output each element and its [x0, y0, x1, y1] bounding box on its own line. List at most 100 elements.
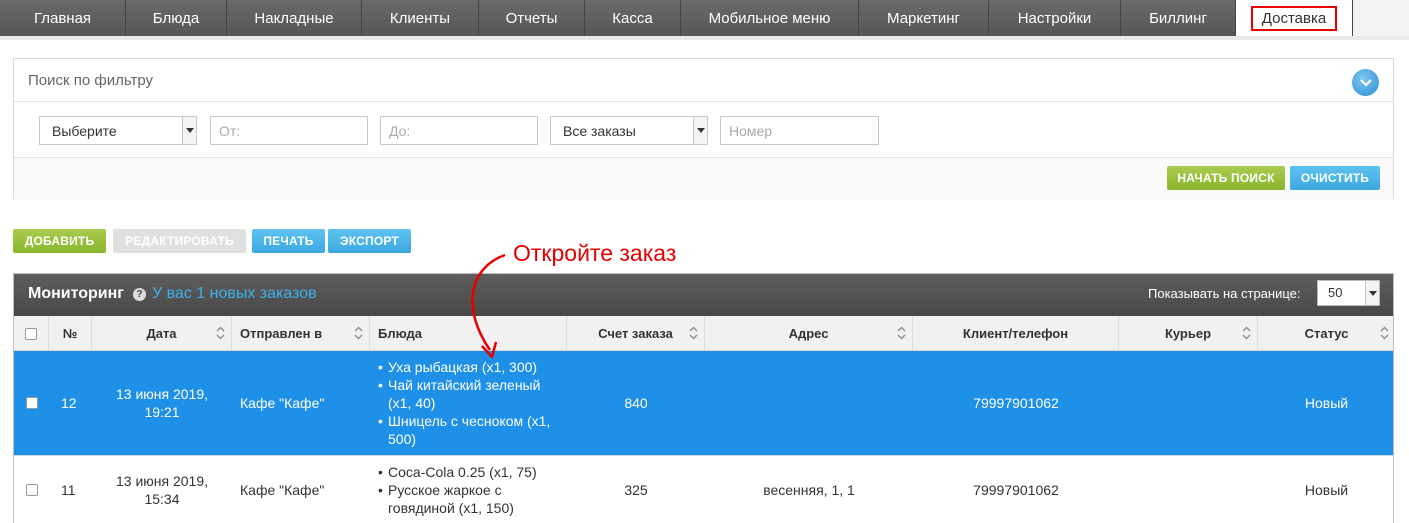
- dishes-list: Coca-Cola 0.25 (x1, 75) Русское жаркое с…: [378, 463, 560, 517]
- add-button[interactable]: ДОБАВИТЬ: [13, 229, 106, 253]
- date-to-input[interactable]: До:: [380, 116, 538, 145]
- column-header-sent-to[interactable]: Отправлен в: [232, 316, 370, 351]
- per-page-label: Показывать на странице:: [1148, 286, 1301, 301]
- column-label: Статус: [1304, 326, 1349, 341]
- nav-tab-mobile-menu[interactable]: Мобильное меню: [681, 0, 859, 36]
- order-total: 325: [624, 482, 648, 498]
- nav-tab-settings[interactable]: Настройки: [989, 0, 1121, 36]
- sort-icon: [354, 326, 363, 340]
- dropdown-arrow-icon: [1365, 281, 1379, 305]
- nav-tab-cashier[interactable]: Касса: [585, 0, 681, 36]
- filter-panel: Поиск по фильтру Выберите От: До: Все за…: [13, 58, 1394, 200]
- help-icon[interactable]: ?: [133, 288, 146, 301]
- monitoring-header: Мониторинг ? У вас 1 новых заказов Показ…: [14, 274, 1393, 316]
- filter-header[interactable]: Поиск по фильтру: [14, 59, 1393, 102]
- column-label: Отправлен в: [240, 326, 323, 341]
- table-row[interactable]: 11 13 июня 2019, 15:34 Кафе "Кафе" Coca-…: [14, 455, 1393, 523]
- new-orders-link[interactable]: У вас 1 новых заказов: [152, 285, 317, 303]
- nav-tab-marketing[interactable]: Маркетинг: [859, 0, 989, 36]
- column-label: Адрес: [788, 326, 829, 341]
- table-header: № Дата Отправлен в Блюда Счет заказа Адр…: [14, 316, 1393, 351]
- monitoring-title: Мониторинг: [28, 285, 124, 302]
- order-number-input[interactable]: Номер: [720, 116, 879, 145]
- nav-tab-home[interactable]: Главная: [0, 0, 126, 36]
- order-client-phone: 79997901062: [973, 482, 1059, 498]
- sort-icon: [897, 326, 906, 340]
- top-navigation: Главная Блюда Накладные Клиенты Отчеты К…: [0, 0, 1409, 36]
- column-header-num[interactable]: №: [49, 316, 92, 351]
- nav-tab-label: Настройки: [1017, 9, 1092, 27]
- column-header-dishes[interactable]: Блюда: [370, 316, 567, 351]
- dropdown-arrow-icon: [693, 117, 707, 144]
- order-status: Новый: [1304, 395, 1349, 411]
- start-search-button[interactable]: НАЧАТЬ ПОИСК: [1167, 166, 1285, 190]
- order-number: 12: [61, 395, 77, 411]
- nav-divider: [0, 36, 1409, 40]
- orders-filter-value: Все заказы: [563, 123, 636, 139]
- nav-tab-label: Блюда: [152, 9, 200, 27]
- chevron-down-icon[interactable]: [1352, 69, 1379, 96]
- order-number: 11: [61, 482, 76, 498]
- nav-tab-label: Маркетинг: [887, 9, 960, 27]
- edit-button[interactable]: РЕДАКТИРОВАТЬ: [113, 229, 246, 253]
- per-page-select[interactable]: 50: [1317, 280, 1380, 306]
- column-label: Счет заказа: [598, 326, 673, 341]
- select-all-checkbox[interactable]: [25, 327, 37, 340]
- dish-item: Чай китайский зеленый (x1, 40): [378, 376, 560, 412]
- monitoring-panel: Мониторинг ? У вас 1 новых заказов Показ…: [13, 273, 1394, 523]
- nav-tab-delivery[interactable]: Доставка: [1236, 0, 1353, 36]
- export-button[interactable]: ЭКСПОРТ: [328, 229, 411, 253]
- dish-item: Уха рыбацкая (x1, 300): [378, 358, 560, 376]
- header-checkbox-cell: [14, 316, 49, 351]
- row-checkbox[interactable]: [25, 397, 38, 409]
- column-label: Курьер: [1164, 326, 1212, 341]
- column-label: Клиент/телефон: [962, 326, 1069, 341]
- order-address: [705, 351, 913, 455]
- order-date: 13 июня 2019, 15:34: [115, 473, 209, 507]
- order-address: весенняя, 1, 1: [763, 482, 855, 498]
- nav-tab-label: Отчеты: [505, 9, 558, 27]
- column-label: №: [62, 326, 78, 341]
- column-header-address[interactable]: Адрес: [705, 316, 913, 351]
- nav-tab-dishes[interactable]: Блюда: [126, 0, 227, 36]
- order-sent-to: Кафе "Кафе": [240, 482, 325, 498]
- clear-filter-button[interactable]: ОЧИСТИТЬ: [1290, 166, 1380, 190]
- order-dishes: Уха рыбацкая (x1, 300) Чай китайский зел…: [370, 351, 560, 455]
- dish-item: Coca-Cola 0.25 (x1, 75): [378, 463, 560, 481]
- nav-tab-billing[interactable]: Биллинг: [1121, 0, 1236, 36]
- order-total: 840: [624, 395, 648, 411]
- date-to-placeholder: До:: [389, 123, 411, 139]
- print-button[interactable]: ПЕЧАТЬ: [252, 229, 325, 253]
- sort-icon: [1380, 326, 1389, 340]
- row-checkbox-cell: [14, 351, 49, 455]
- sort-icon: [216, 326, 225, 340]
- order-number-placeholder: Номер: [729, 123, 773, 139]
- order-status: Новый: [1304, 482, 1349, 498]
- filter-type-select[interactable]: Выберите: [39, 116, 197, 145]
- column-label: Дата: [146, 326, 177, 341]
- date-from-input[interactable]: От:: [210, 116, 368, 145]
- nav-tab-invoices[interactable]: Накладные: [227, 0, 362, 36]
- filter-title: Поиск по фильтру: [28, 72, 154, 89]
- column-header-client[interactable]: Клиент/телефон: [913, 316, 1119, 351]
- nav-tab-clients[interactable]: Клиенты: [362, 0, 479, 36]
- row-checkbox[interactable]: [25, 484, 38, 496]
- order-courier: [1119, 456, 1258, 523]
- column-header-courier[interactable]: Курьер: [1119, 316, 1258, 351]
- order-date: 13 июня 2019, 19:21: [115, 386, 209, 420]
- order-client-phone: 79997901062: [973, 395, 1059, 411]
- nav-tab-label: Биллинг: [1149, 9, 1207, 27]
- sort-icon: [1242, 326, 1251, 340]
- column-header-total[interactable]: Счет заказа: [567, 316, 705, 351]
- column-header-date[interactable]: Дата: [92, 316, 232, 351]
- filter-fields: Выберите От: До: Все заказы Номер: [14, 102, 1393, 157]
- order-sent-to: Кафе "Кафе": [240, 395, 325, 411]
- column-header-status[interactable]: Статус: [1258, 316, 1395, 351]
- table-row[interactable]: 12 13 июня 2019, 19:21 Кафе "Кафе" Уха р…: [14, 351, 1393, 455]
- nav-tab-label: Мобильное меню: [708, 9, 831, 27]
- dish-item: Русское жаркое с говядиной (x1, 150): [378, 481, 560, 517]
- row-checkbox-cell: [14, 456, 49, 523]
- nav-tab-reports[interactable]: Отчеты: [479, 0, 585, 36]
- orders-filter-select[interactable]: Все заказы: [550, 116, 708, 145]
- date-from-placeholder: От:: [219, 123, 241, 139]
